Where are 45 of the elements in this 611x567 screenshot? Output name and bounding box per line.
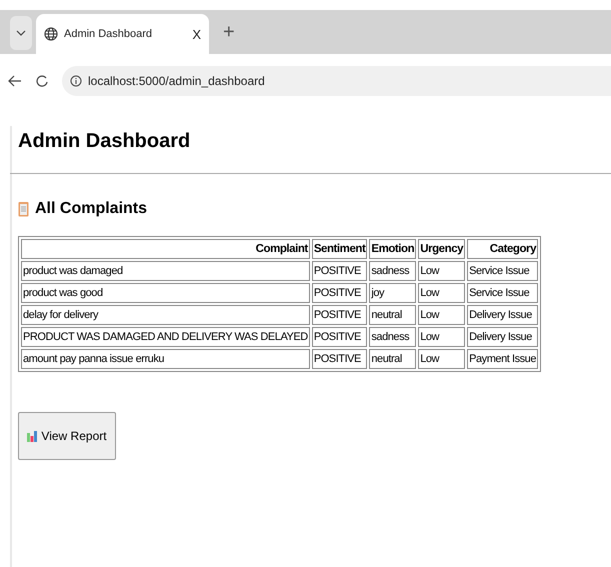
table-cell: Delivery Issue (467, 305, 538, 325)
bar-chart-icon (27, 430, 38, 442)
table-cell: POSITIVE (312, 349, 368, 369)
table-cell: Low (418, 283, 466, 303)
address-bar[interactable]: localhost:5000/admin_dashboard (62, 66, 611, 96)
back-icon[interactable] (8, 75, 22, 87)
table-cell: Delivery Issue (467, 327, 538, 347)
chevron-down-icon (16, 28, 26, 38)
clipboard-icon (18, 201, 29, 217)
table-cell: POSITIVE (312, 261, 368, 281)
browser-tab[interactable]: Admin Dashboard X (36, 14, 209, 54)
view-report-button[interactable]: View Report (18, 412, 116, 460)
table-cell: POSITIVE (312, 305, 368, 325)
table-cell: POSITIVE (312, 283, 368, 303)
column-header: Emotion (369, 239, 416, 259)
table-cell: Payment Issue (467, 349, 538, 369)
table-cell: neutral (369, 349, 416, 369)
new-tab-button[interactable]: + (223, 21, 235, 44)
table-cell: Low (418, 261, 466, 281)
section-title: All Complaints (35, 200, 148, 218)
table-cell: sadness (369, 327, 416, 347)
column-header: Category (467, 239, 538, 259)
table-cell: product was damaged (21, 261, 310, 281)
table-cell: Low (418, 327, 466, 347)
table-cell: sadness (369, 261, 416, 281)
table-cell: Low (418, 349, 466, 369)
table-cell: Service Issue (467, 261, 538, 281)
close-tab-button[interactable]: X (192, 26, 201, 42)
table-cell: joy (369, 283, 416, 303)
reload-icon[interactable] (36, 75, 48, 87)
column-header: Complaint (21, 239, 310, 259)
table-cell: POSITIVE (312, 327, 368, 347)
info-icon (70, 75, 82, 87)
globe-icon (44, 27, 58, 41)
table-cell: Low (418, 305, 466, 325)
table-cell: Service Issue (467, 283, 538, 303)
table-cell: product was good (21, 283, 310, 303)
column-header: Sentiment (312, 239, 368, 259)
page-title: Admin Dashboard (18, 129, 192, 153)
table-cell: neutral (369, 305, 416, 325)
table-cell: amount pay panna issue erruku (21, 349, 310, 369)
tab-title: Admin Dashboard (64, 28, 154, 40)
table-cell: delay for delivery (21, 305, 310, 325)
table-cell: PRODUCT WAS DAMAGED AND DELIVERY WAS DELAYED (21, 327, 310, 347)
column-header: Urgency (418, 239, 466, 259)
